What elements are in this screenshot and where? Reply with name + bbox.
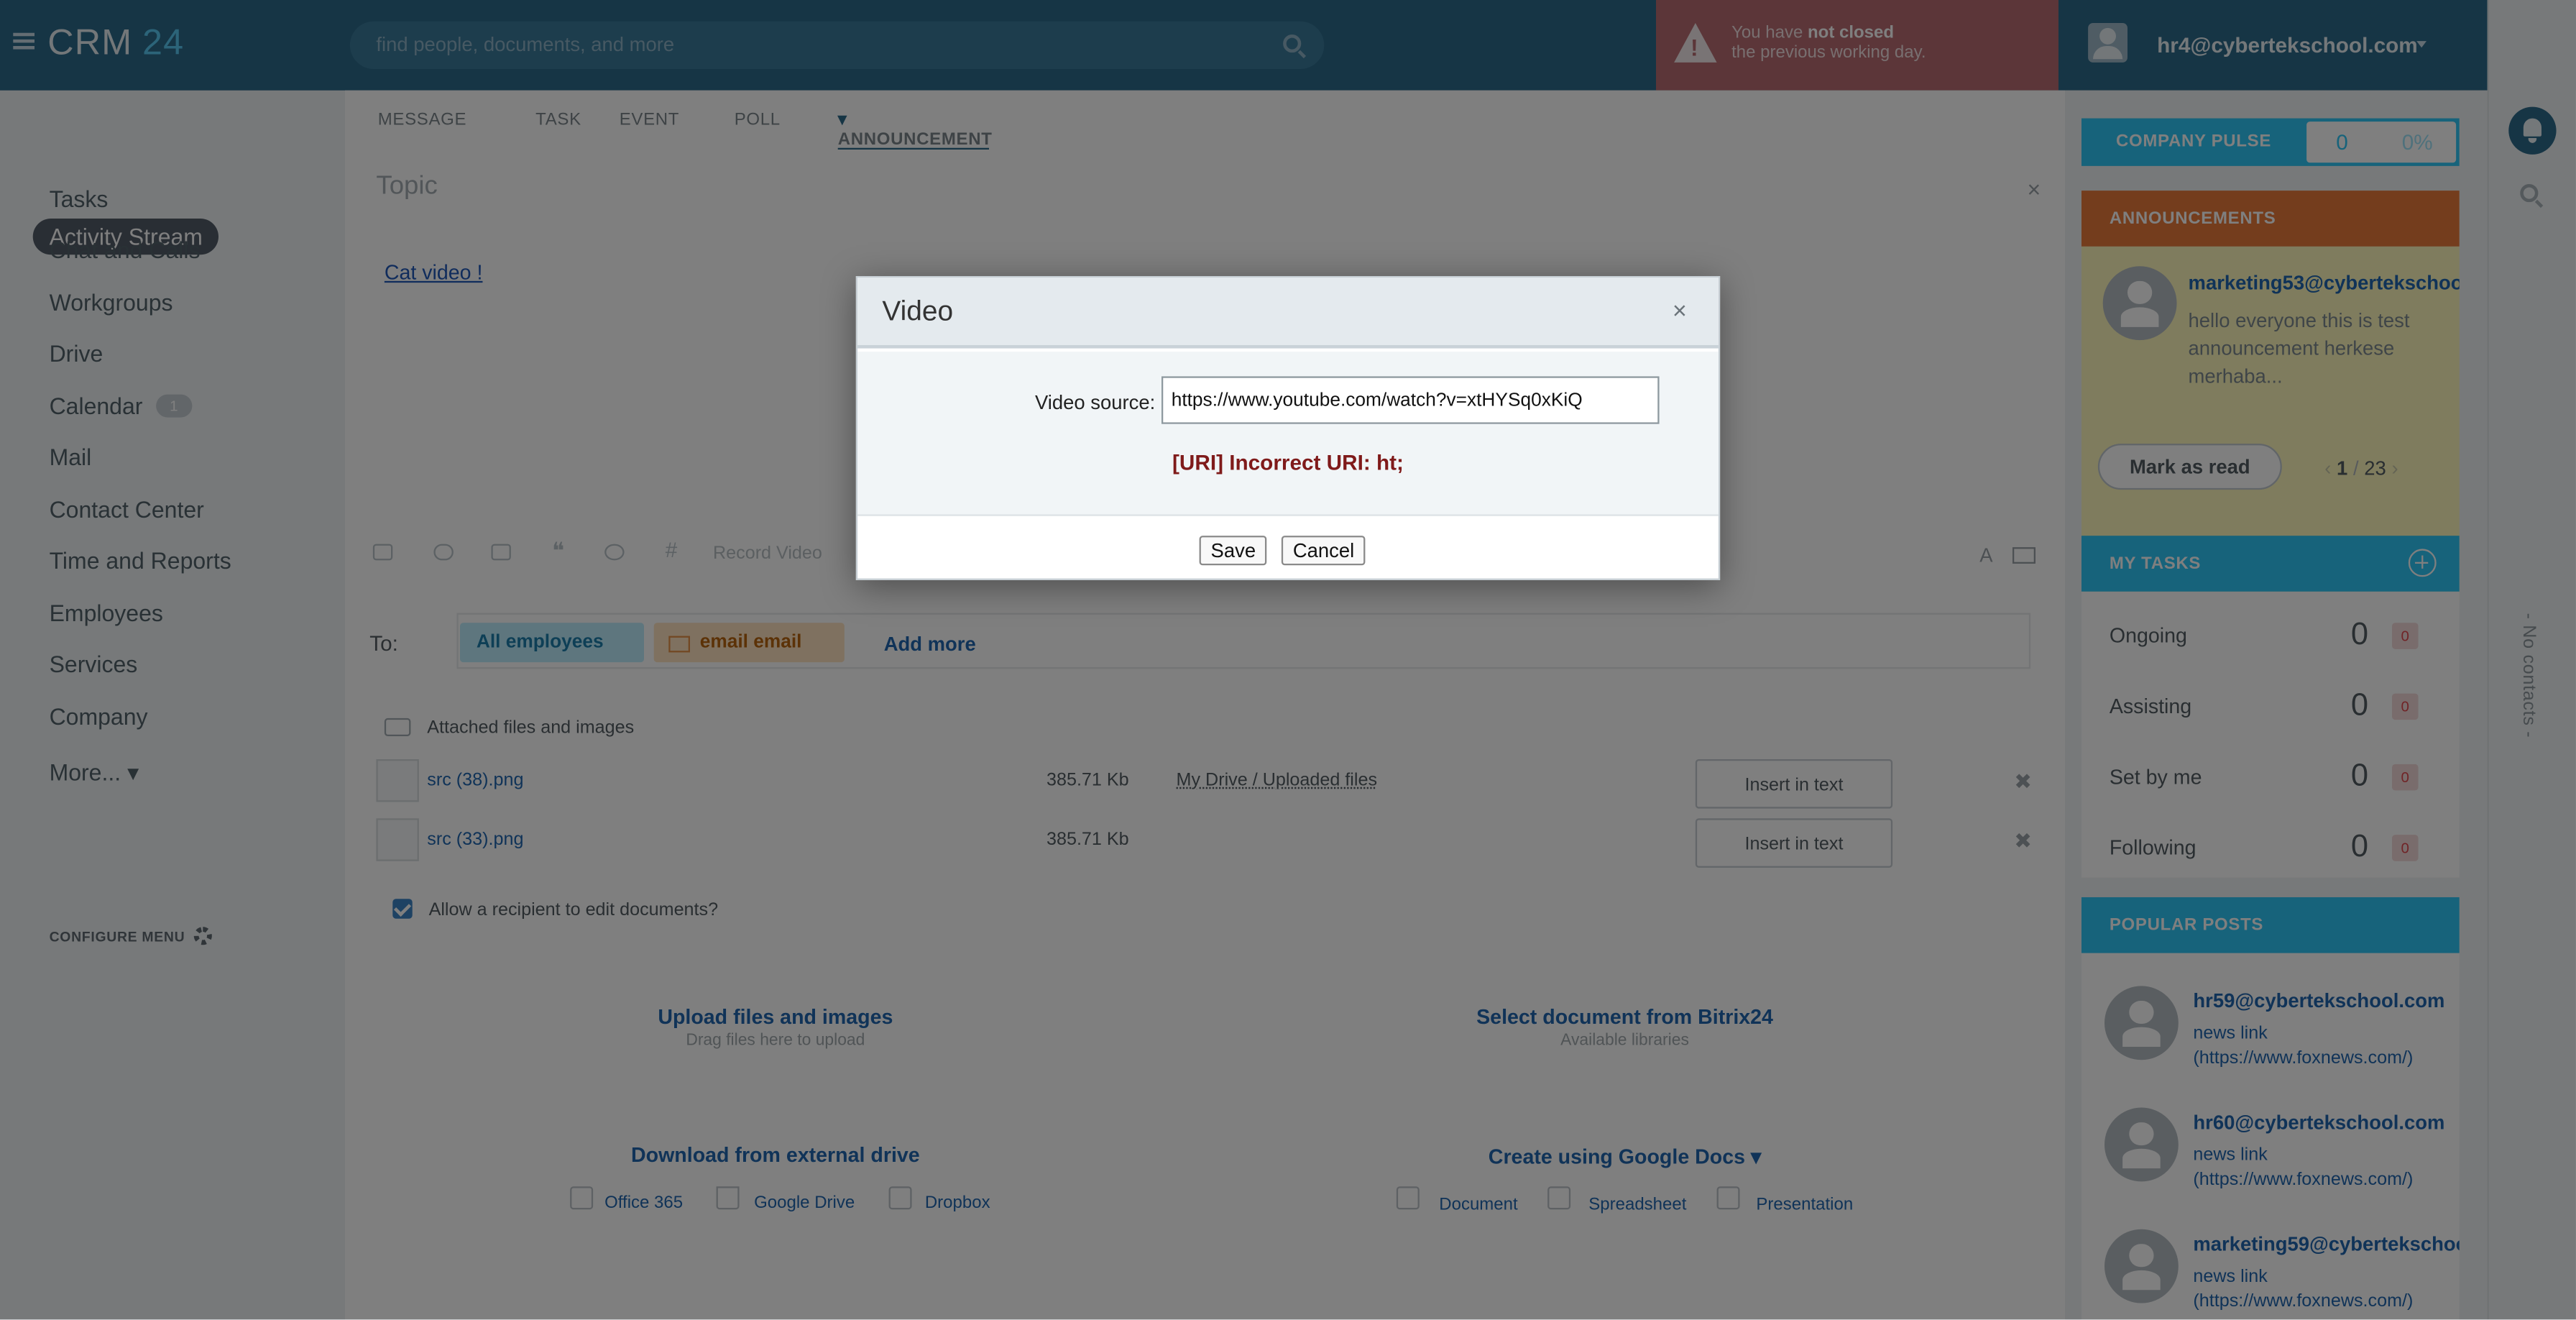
dialog-title: Video	[882, 295, 954, 327]
video-source-input[interactable]	[1161, 376, 1660, 424]
dialog-body: Video source: [URI] Incorrect URI: ht;	[857, 352, 1719, 516]
video-source-label: Video source:	[1034, 390, 1156, 414]
error-message: [URI] Incorrect URI: ht;	[1172, 450, 1404, 475]
video-dialog: Video × Video source: [URI] Incorrect UR…	[855, 275, 1721, 580]
modal-overlay[interactable]	[0, 0, 2576, 1320]
dialog-header: Video ×	[857, 278, 1719, 349]
close-icon[interactable]: ×	[1673, 298, 1687, 326]
cancel-button[interactable]: Cancel	[1281, 536, 1366, 566]
save-button[interactable]: Save	[1199, 536, 1268, 566]
